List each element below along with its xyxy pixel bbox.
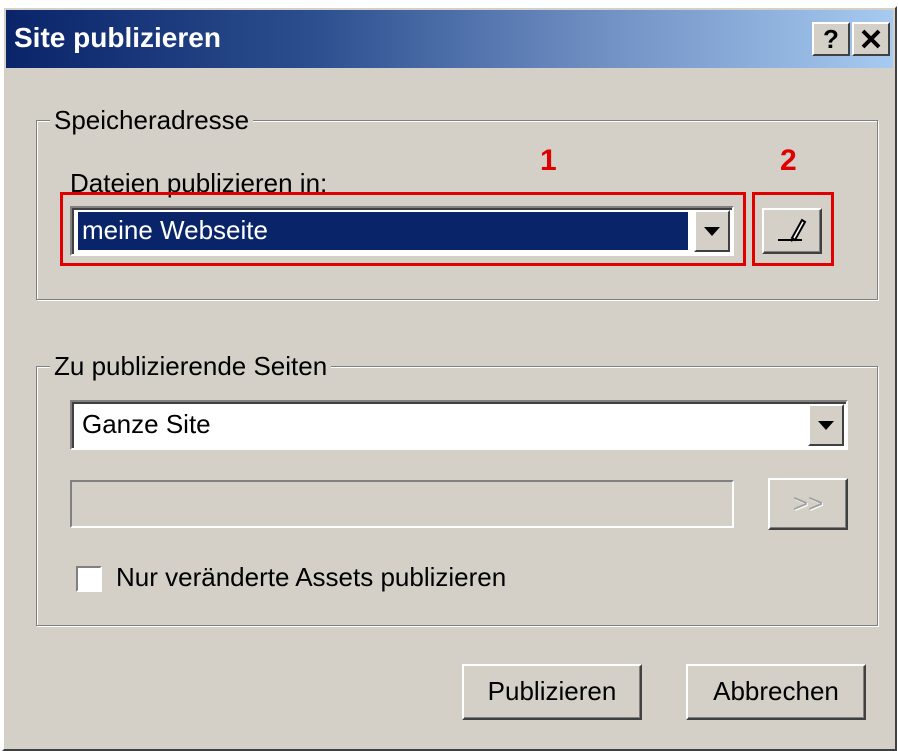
pages-scope-select[interactable]: Ganze Site: [70, 400, 848, 450]
changed-assets-label: Nur veränderte Assets publizieren: [116, 562, 507, 592]
pages-scope-dropdown-button[interactable]: [808, 404, 844, 446]
publish-button[interactable]: Publizieren: [462, 664, 642, 720]
pencil-icon: [778, 218, 807, 242]
help-button[interactable]: ?: [812, 22, 850, 56]
publish-location-dropdown-button[interactable]: [694, 210, 730, 252]
changed-assets-checkbox[interactable]: [76, 566, 102, 592]
publish-location-value: meine Webseite: [78, 212, 688, 250]
edit-location-button[interactable]: [762, 208, 822, 254]
pages-group-legend: Zu publizierende Seiten: [50, 351, 332, 382]
cancel-button[interactable]: Abbrechen: [686, 664, 866, 720]
annotation-1: 1: [540, 144, 557, 177]
close-icon: [861, 29, 881, 49]
annotation-2: 2: [780, 144, 797, 177]
close-button[interactable]: [852, 22, 890, 56]
pages-selection-field[interactable]: [70, 480, 734, 528]
pages-scope-value: Ganze Site: [82, 409, 211, 439]
browse-pages-button[interactable]: >>: [768, 478, 848, 530]
publish-location-select[interactable]: meine Webseite: [70, 206, 734, 256]
title-bar[interactable]: Site publizieren ?: [6, 10, 893, 68]
publish-site-dialog: Site publizieren ? Speicheradresse Datei…: [2, 6, 897, 751]
storage-group-legend: Speicheradresse: [50, 105, 254, 136]
dialog-title: Site publizieren: [14, 22, 221, 53]
